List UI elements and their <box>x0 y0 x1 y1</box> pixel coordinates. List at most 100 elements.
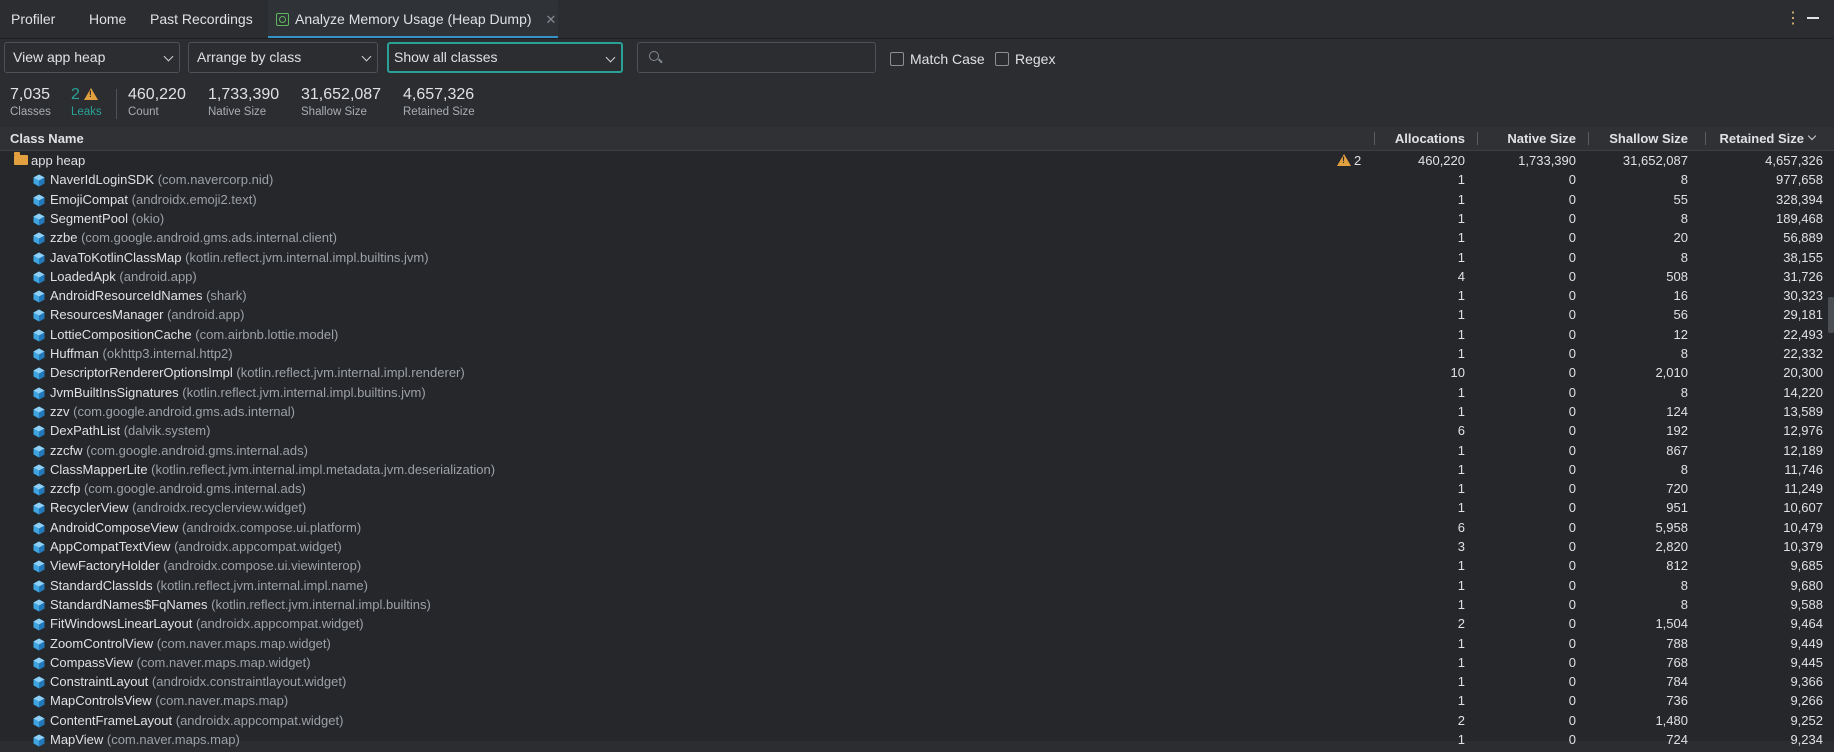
table-row[interactable]: AndroidResourceIdNames (shark) 1 0 16 30,323 <box>0 286 1834 305</box>
table-row[interactable]: ContentFrameLayout (androidx.appcompat.w… <box>0 711 1834 730</box>
native-size-cell: 0 <box>1568 230 1576 246</box>
table-row-app-heap[interactable]: app heap 2 460,220 1,733,390 31,652,087 … <box>0 151 1834 170</box>
stat-leaks[interactable]: 2 Leaks <box>71 85 102 119</box>
table-row[interactable]: RecyclerView (androidx.recyclerview.widg… <box>0 498 1834 517</box>
table-row[interactable]: LoadedApk (android.app) 4 0 508 31,726 <box>0 267 1834 286</box>
table-row[interactable]: zzbe (com.google.android.gms.ads.interna… <box>0 228 1834 247</box>
shallow-size-cell: 720 <box>1666 481 1688 497</box>
allocations-cell: 1 <box>1457 172 1465 188</box>
allocations-cell: 4 <box>1457 268 1465 284</box>
table-row[interactable]: JvmBuiltInsSignatures (kotlin.reflect.jv… <box>0 383 1834 402</box>
class-icon <box>33 675 45 689</box>
retained-size-cell: 9,588 <box>1790 596 1823 612</box>
table-row[interactable]: MapView (com.naver.maps.map) 1 0 724 9,234 <box>0 730 1834 749</box>
stat-value: 4,657,326 <box>403 86 475 103</box>
table-row[interactable]: SegmentPool (okio) 1 0 8 189,468 <box>0 209 1834 228</box>
allocations-cell: 1 <box>1457 577 1465 593</box>
tab-past-recordings[interactable]: Past Recordings <box>150 0 253 38</box>
class-name: AndroidResourceIdNames <box>50 288 203 304</box>
checkbox-box[interactable] <box>995 52 1009 66</box>
stat-label: Retained Size <box>403 106 475 118</box>
heap-select[interactable]: View app heap <box>4 42 180 73</box>
table-row[interactable]: FitWindowsLinearLayout (androidx.appcomp… <box>0 614 1834 633</box>
column-divider[interactable] <box>1705 132 1706 145</box>
column-divider[interactable] <box>1374 132 1375 145</box>
class-icon <box>33 540 45 554</box>
class-name-cell: LoadedApk (android.app) <box>50 267 197 286</box>
native-size-cell: 0 <box>1568 693 1576 709</box>
class-icon <box>33 733 45 747</box>
minimize-icon[interactable] <box>1807 17 1819 19</box>
table-row[interactable]: CompassView (com.naver.maps.map.widget) 1… <box>0 653 1834 672</box>
table-row[interactable]: StandardNames$FqNames (kotlin.reflect.jv… <box>0 595 1834 614</box>
class-name: zzcfw <box>50 442 83 458</box>
table-row[interactable]: DexPathList (dalvik.system) 6 0 192 12,976 <box>0 421 1834 440</box>
sort-descending-icon[interactable] <box>1807 131 1817 141</box>
class-name-cell: RecyclerView (androidx.recyclerview.widg… <box>50 498 306 517</box>
table-row[interactable]: EmojiCompat (androidx.emoji2.text) 1 0 55 32… <box>0 190 1834 209</box>
column-divider[interactable] <box>1588 132 1589 145</box>
class-name-cell: ConstraintLayout (androidx.constraintlay… <box>50 672 346 691</box>
table-row[interactable]: MapControlsView (com.naver.maps.map) 1 0 73… <box>0 691 1834 710</box>
class-name-cell: JavaToKotlinClassMap (kotlin.reflect.jvm… <box>50 248 429 267</box>
table-row[interactable]: AndroidComposeView (androidx.compose.ui.… <box>0 518 1834 537</box>
table-row[interactable]: AppCompatTextView (androidx.appcompat.wi… <box>0 537 1834 556</box>
retained-size-cell: 10,607 <box>1783 500 1823 516</box>
column-header-retained-size[interactable]: Retained Size <box>1707 127 1804 150</box>
shallow-size-cell: 784 <box>1666 674 1688 690</box>
table-row[interactable]: ViewFactoryHolder (androidx.compose.ui.v… <box>0 556 1834 575</box>
table-row[interactable]: JavaToKotlinClassMap (kotlin.reflect.jvm… <box>0 248 1834 267</box>
table-row[interactable]: zzv (com.google.android.gms.ads.internal… <box>0 402 1834 421</box>
class-icon <box>33 173 45 187</box>
retained-size-cell: 9,464 <box>1790 616 1823 632</box>
shallow-size-cell: 2,010 <box>1655 365 1688 381</box>
vertical-scrollbar[interactable] <box>1828 297 1834 333</box>
class-name: NaverIdLoginSDK <box>50 172 155 188</box>
class-package: (com.naver.maps.map.widget) <box>136 654 311 670</box>
table-row[interactable]: LottieCompositionCache (com.airbnb.lotti… <box>0 325 1834 344</box>
allocations-cell: 1 <box>1457 558 1465 574</box>
class-table: Class Name Allocations Native Size Shall… <box>0 127 1834 747</box>
table-row[interactable]: zzcfw (com.google.android.gms.internal.a… <box>0 441 1834 460</box>
tab-home[interactable]: Home <box>89 0 126 38</box>
class-name-cell: zzcfw (com.google.android.gms.internal.a… <box>50 441 308 460</box>
table-row[interactable]: ZoomControlView (com.naver.maps.map.widg… <box>0 634 1834 653</box>
table-row[interactable]: ResourcesManager (android.app) 1 0 56 29,181 <box>0 305 1834 324</box>
tab-profiler[interactable]: Profiler <box>11 0 55 38</box>
search-field[interactable] <box>637 42 876 73</box>
search-input[interactable] <box>668 47 872 71</box>
allocations-cell: 6 <box>1457 519 1465 535</box>
class-icon <box>33 482 45 496</box>
table-row[interactable]: ClassMapperLite (kotlin.reflect.jvm.inte… <box>0 460 1834 479</box>
allocations-cell: 1 <box>1457 693 1465 709</box>
shallow-size-cell: 8 <box>1680 346 1688 361</box>
shallow-size-cell: 2,820 <box>1655 539 1688 554</box>
column-header-class-name[interactable]: Class Name <box>10 127 84 150</box>
table-row[interactable]: DescriptorRendererOptionsImpl (kotlin.re… <box>0 363 1834 382</box>
stat-label: Native Size <box>208 106 267 118</box>
table-row[interactable]: StandardClassIds (kotlin.reflect.jvm.int… <box>0 576 1834 595</box>
column-divider[interactable] <box>1477 132 1478 145</box>
arrange-select[interactable]: Arrange by class <box>188 42 378 73</box>
column-header-allocations[interactable]: Allocations <box>1376 127 1465 150</box>
close-icon[interactable]: ✕ <box>546 12 557 27</box>
native-size-cell: 0 <box>1568 674 1576 690</box>
table-row[interactable]: zzcfp (com.google.android.gms.internal.a… <box>0 479 1834 498</box>
checkbox-box[interactable] <box>890 52 904 66</box>
column-header-shallow-size[interactable]: Shallow Size <box>1590 127 1688 150</box>
shallow-size-cell: 5,958 <box>1655 519 1688 535</box>
heap-dump-icon <box>276 13 289 26</box>
table-row[interactable]: NaverIdLoginSDK (com.navercorp.nid) 1 0 8 97… <box>0 170 1834 189</box>
allocations-cell: 1 <box>1457 288 1465 304</box>
class-icon <box>33 501 45 515</box>
table-row[interactable]: Huffman (okhttp3.internal.http2) 1 0 8 22,33… <box>0 344 1834 363</box>
retained-size-cell: 30,323 <box>1783 288 1823 304</box>
table-row[interactable]: ConstraintLayout (androidx.constraintlay… <box>0 672 1834 691</box>
class-filter-select[interactable]: Show all classes <box>387 42 623 73</box>
match-case-checkbox[interactable]: Match Case <box>890 51 985 67</box>
column-header-native-size[interactable]: Native Size <box>1480 127 1576 150</box>
class-name-cell: SegmentPool (okio) <box>50 209 164 228</box>
more-options-icon[interactable]: ⋮ <box>1785 10 1801 28</box>
tab-analyze-memory-usage[interactable]: Analyze Memory Usage (Heap Dump) ✕ <box>268 0 558 38</box>
regex-checkbox[interactable]: Regex <box>995 51 1055 67</box>
